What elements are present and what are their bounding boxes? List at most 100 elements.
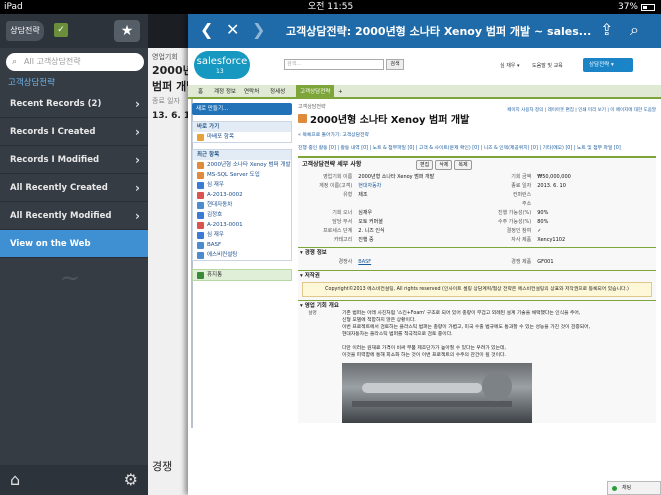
field-value: 2013. 6. 10 <box>537 182 566 189</box>
competitor-link[interactable]: BASF <box>355 257 477 267</box>
status-bar: iPad 오전 11:55 37% <box>0 0 661 14</box>
item-icon <box>197 133 204 141</box>
field-label: 컨퍼런스 <box>512 192 532 198</box>
sf-search-button[interactable]: 검색 <box>386 59 404 70</box>
back-arrow-icon[interactable]: ❮ <box>200 20 213 39</box>
page-links[interactable]: 페이지 사용자 정의 | 레이아웃 편집 | 인쇄 미리 보기 | 이 페이지에… <box>507 107 656 113</box>
clone-button[interactable]: 복제 <box>454 160 472 170</box>
sf-search-input[interactable]: 검색... <box>284 59 384 70</box>
search-icon[interactable]: ⌕ <box>630 20 639 40</box>
field-label: 자사 제품 <box>511 237 532 243</box>
field-value <box>534 199 656 208</box>
sidebar-header: 상담전략 ✓ ★ <box>0 14 148 48</box>
desc-line: 다만 이러는 원재료 가격이 비싸 부품 제조단가가 높아질 수 있다는 우려가… <box>342 346 506 351</box>
sidebar-item-all-recently-created[interactable]: All Recently Created › <box>0 174 148 202</box>
record-date-label: 종료 일자 <box>152 97 180 105</box>
detail-header: 고객상담전략 세부 사항 편집 삭제 복제 <box>298 158 656 172</box>
recent-item[interactable]: 2000년형 소나타 Xenoy 범퍼 개발 <box>193 160 291 170</box>
edit-button[interactable]: 편집 <box>416 160 434 170</box>
back-to-list-link[interactable]: « 목록으로 돌아가기: 고객상담전략 <box>298 132 656 139</box>
section-competition: ▾ 경쟁 정보 <box>298 247 656 257</box>
field-row: 계정 이름(고객) 현대자동차 종료 일자 2013. 6. 10 <box>298 181 656 190</box>
field-row: 주소 <box>298 199 656 208</box>
recent-item[interactable]: MS-SQL Server 도입 <box>193 170 291 180</box>
desc-line: 신형 모델에 적합하지 않은 상황이다. <box>342 318 416 323</box>
recent-item-label: 심 재우 <box>207 182 224 188</box>
field-label: 주소 <box>522 201 532 207</box>
sidebar-item-label: Recent Records (2) <box>10 99 102 109</box>
field-value: 진행 중 <box>358 237 374 243</box>
delete-button[interactable]: 삭제 <box>435 160 453 170</box>
tab-home[interactable]: 홈 <box>198 85 203 99</box>
field-value: ₩50,000,000 <box>537 173 571 180</box>
recent-item[interactable]: A-2013-0001 <box>193 220 291 230</box>
help-link[interactable]: 도움말 및 교육 <box>532 62 563 69</box>
home-icon[interactable]: ⌂ <box>10 470 20 489</box>
desc-line: 기존 범퍼는 아래 사진처럼 '스킨+Foam' 구조로 되어 있어 충량이 무… <box>342 311 581 316</box>
web-page-title: 고객상담전략: 2000년형 소나타 Xenoy 범퍼 개발 ~ sales..… <box>286 25 592 38</box>
record-name-line2[interactable]: 범퍼 개발 <box>152 78 188 94</box>
new-button[interactable]: 새로 만들기... <box>192 103 292 115</box>
close-icon[interactable]: ✕ <box>226 20 239 39</box>
desc-line: 현대자동차는 플라스틱 범퍼를 적극적으로 검토 중이다. <box>342 332 453 337</box>
desc-line: 이것을 피력함에 통해 회소화 하는 것이 이번 프로젝트의 수주의 관건이 될… <box>342 353 506 358</box>
recycle-bin-label: 휴지통 <box>207 272 223 278</box>
field-label: 경쟁사 <box>338 259 353 265</box>
sidebar-item-records-created[interactable]: Records I Created › <box>0 118 148 146</box>
recent-item[interactable]: A-2013-0002 <box>193 190 291 200</box>
field-label: 기회 금액 <box>511 174 532 180</box>
sidebar-item-records-modified[interactable]: Records I Modified › <box>0 146 148 174</box>
field-label: 담당 부서 <box>332 219 353 225</box>
field-value-link[interactable]: 현대자동차 <box>355 181 477 190</box>
field-value: 2. 니즈 인식 <box>358 228 385 234</box>
recent-item-label: A-2013-0001 <box>207 222 243 228</box>
record-icon <box>197 191 204 199</box>
competition-fields: 경쟁사 BASF 경쟁 제품 GF001 <box>298 257 656 267</box>
recycle-bin[interactable]: 휴지통 <box>192 269 292 281</box>
chevron-right-icon: › <box>135 97 140 111</box>
field-value: 2000년형 소나타 Xenoy 범퍼 개발 <box>358 174 435 180</box>
account-icon <box>197 241 204 249</box>
sidebar-item-view-on-web[interactable]: View on the Web <box>0 230 148 258</box>
forward-arrow-icon[interactable]: ❯ <box>252 20 265 39</box>
quick-access-item[interactable]: 마배포 항목 <box>193 132 291 142</box>
recent-item[interactable]: 현대자동차 <box>193 200 291 210</box>
user-icon <box>197 231 204 239</box>
recent-item[interactable]: 심 재우 <box>193 230 291 240</box>
tab-add[interactable]: + <box>338 85 343 99</box>
section-copyright: ▾ 저작권 <box>298 270 656 280</box>
recent-item-label: MS-SQL Server 도입 <box>207 172 260 178</box>
sidebar-menu: Recent Records (2) › Records I Created › R… <box>0 90 148 258</box>
record-list-pane: 영업기회 2000년형 범퍼 개발 종료 일자 13. 6. 10 경쟁 <box>148 14 188 495</box>
star-icon[interactable]: ★ <box>114 20 140 42</box>
user-menu[interactable]: 심 재우 ▾ <box>500 62 520 69</box>
recent-items-title: 최근 항목 <box>193 150 291 160</box>
sidebar-item-all-recently-modified[interactable]: All Recently Modified › <box>0 202 148 230</box>
recent-item[interactable]: 에스비컨설팅 <box>193 250 291 260</box>
record-detail: 고객상담전략 2000년형 소나타 Xenoy 범퍼 개발 페이지 사용자 정의… <box>298 103 656 423</box>
recent-item[interactable]: 김정호 <box>193 210 291 220</box>
recent-item[interactable]: 심 재우 <box>193 180 291 190</box>
recent-item-label: A-2013-0002 <box>207 192 243 198</box>
back-button[interactable]: 상담전략 <box>6 21 44 41</box>
field-value: GF001 <box>537 259 554 265</box>
tab-consult-strategy[interactable]: 고객상담전략 <box>296 85 335 99</box>
field-row: 담당 부서 오토 커머셜 수주 가능성(%) 80% <box>298 217 656 226</box>
search-input[interactable]: ⌕ All 고객상담전략 <box>6 53 144 71</box>
field-label: 영업기회 이름 <box>323 174 353 180</box>
chat-button[interactable]: 채팅 <box>607 481 661 495</box>
field-label: 프로세스 단계 <box>323 228 353 234</box>
app-menu-button[interactable]: 상담전략 ▾ <box>583 58 633 72</box>
field-value: ✓ <box>537 227 542 234</box>
record-name-line1[interactable]: 2000년형 <box>152 62 188 78</box>
share-icon[interactable]: ⇪ <box>600 20 613 39</box>
tab-jeongseseong[interactable]: 정세성 <box>270 85 285 99</box>
gear-icon[interactable]: ⚙ <box>124 470 138 489</box>
tab-contacts[interactable]: 연락처 <box>244 85 259 99</box>
trash-icon <box>197 271 204 279</box>
recent-item[interactable]: BASF <box>193 240 291 250</box>
related-list-links[interactable]: 진행 중인 활동 [0] | 활동 내역 [0] | 노트 & 첨부파일 [0]… <box>298 145 656 152</box>
sidebar-item-recent-records[interactable]: Recent Records (2) › <box>0 90 148 118</box>
record-icon <box>197 221 204 229</box>
tab-account[interactable]: 계정 정보 <box>214 85 236 99</box>
